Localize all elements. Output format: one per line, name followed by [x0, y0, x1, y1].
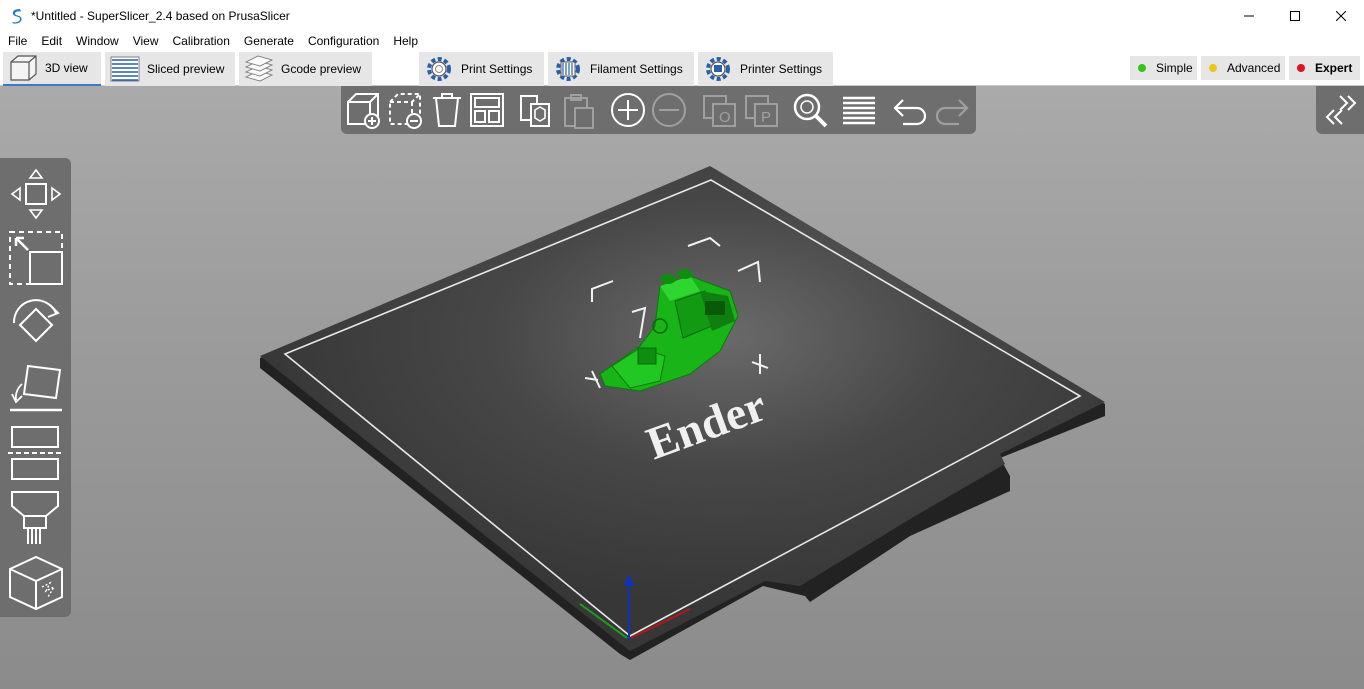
tab-printer-settings[interactable]: Printer Settings — [698, 52, 833, 86]
delete-all-icon[interactable] — [429, 90, 465, 130]
delete-icon[interactable] — [387, 90, 425, 130]
cube-icon — [10, 55, 37, 81]
tab-print-settings-label: Print Settings — [461, 62, 533, 76]
hollow-icon[interactable] — [6, 553, 66, 613]
mode-expert-button[interactable]: Expert — [1289, 56, 1360, 80]
mode-advanced-label: Advanced — [1227, 61, 1281, 75]
tab-filament-settings[interactable]: Filament Settings — [548, 52, 694, 86]
filament-spool-gear-icon — [556, 57, 580, 81]
add-instance-icon[interactable] — [609, 90, 647, 130]
close-button[interactable] — [1318, 0, 1364, 31]
remove-instance-icon[interactable] — [650, 90, 688, 130]
tab-printer-settings-label: Printer Settings — [740, 62, 823, 76]
gcode-layers-icon — [244, 55, 274, 82]
menu-calibration[interactable]: Calibration — [166, 31, 237, 51]
layers-editing-icon[interactable] — [840, 90, 878, 130]
advanced-mode-dot-icon — [1209, 64, 1217, 72]
maximize-button[interactable] — [1272, 0, 1318, 31]
menu-edit[interactable]: Edit — [34, 31, 69, 51]
redo-icon[interactable] — [933, 90, 971, 130]
title-bar[interactable]: *Untitled - SuperSlicer_2.4 based on Pru… — [0, 0, 1364, 31]
menu-bar: File Edit Window View Calibration Genera… — [0, 31, 1364, 51]
search-icon[interactable] — [791, 90, 829, 130]
tab-print-settings[interactable]: Print Settings — [419, 52, 544, 86]
tab-3d-view-label: 3D view — [45, 61, 88, 75]
collapse-sidebar-button[interactable] — [1316, 86, 1364, 134]
mode-simple-label: Simple — [1156, 61, 1193, 75]
sliced-layers-icon — [110, 56, 140, 82]
expert-mode-dot-icon — [1297, 64, 1305, 72]
move-icon[interactable] — [6, 164, 66, 224]
tab-3d-view[interactable]: 3D view — [3, 52, 101, 86]
paste-icon[interactable] — [559, 90, 597, 130]
tab-bar: 3D view Sliced preview Gcode preview Pri… — [0, 51, 1364, 86]
minimize-button[interactable] — [1226, 0, 1272, 31]
menu-help[interactable]: Help — [386, 31, 425, 51]
close-icon — [1336, 10, 1346, 21]
window-title: *Untitled - SuperSlicer_2.4 based on Pru… — [31, 8, 290, 23]
copy-icon[interactable] — [517, 90, 555, 130]
simple-mode-dot-icon — [1138, 64, 1146, 72]
split-objects-icon[interactable]: O — [701, 90, 739, 130]
tab-gcode-preview-label: Gcode preview — [281, 62, 362, 76]
menu-generate[interactable]: Generate — [237, 31, 301, 51]
collapse-chevrons-icon — [1325, 95, 1357, 125]
left-toolbar — [0, 158, 71, 617]
menu-file[interactable]: File — [1, 31, 34, 51]
tab-sliced-preview-label: Sliced preview — [147, 62, 225, 76]
svg-text:O: O — [719, 109, 731, 126]
top-toolbar: O P — [341, 86, 976, 134]
tab-filament-settings-label: Filament Settings — [590, 62, 683, 76]
menu-view[interactable]: View — [126, 31, 166, 51]
printer-settings-gear-icon — [706, 57, 730, 81]
mode-advanced-button[interactable]: Advanced — [1201, 56, 1285, 80]
split-parts-icon[interactable]: P — [743, 90, 781, 130]
3d-canvas[interactable]: Ender O P — [0, 86, 1364, 689]
paint-supports-icon[interactable] — [6, 488, 66, 548]
mode-expert-label: Expert — [1315, 61, 1353, 75]
tab-gcode-preview[interactable]: Gcode preview — [239, 52, 372, 86]
minimize-icon — [1244, 15, 1254, 16]
svg-text:P: P — [761, 109, 771, 126]
maximize-icon — [1290, 10, 1300, 21]
cut-icon[interactable] — [6, 423, 66, 483]
rotate-icon[interactable] — [6, 293, 66, 353]
menu-window[interactable]: Window — [69, 31, 126, 51]
add-icon[interactable] — [345, 90, 383, 130]
menu-configuration[interactable]: Configuration — [301, 31, 386, 51]
undo-icon[interactable] — [891, 90, 929, 130]
place-on-face-icon[interactable] — [6, 358, 66, 418]
mode-simple-button[interactable]: Simple — [1130, 56, 1197, 80]
tab-sliced-preview[interactable]: Sliced preview — [105, 52, 235, 86]
scale-icon[interactable] — [6, 228, 66, 288]
superslicer-logo-icon — [12, 8, 22, 24]
3d-scene: Ender — [260, 166, 1105, 660]
print-settings-gear-icon — [427, 57, 451, 81]
arrange-icon[interactable] — [469, 90, 505, 130]
